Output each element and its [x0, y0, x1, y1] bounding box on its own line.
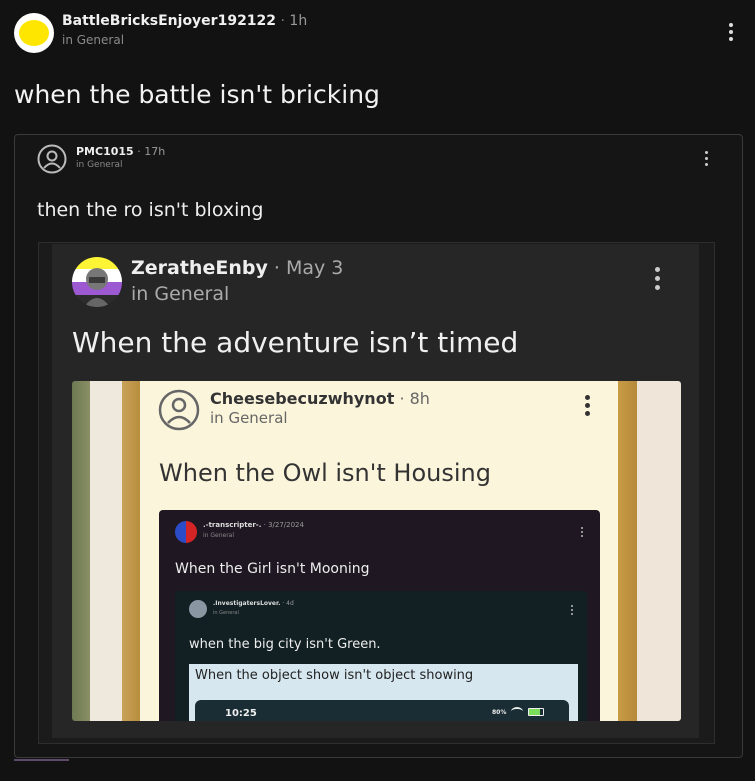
- quote3-meta: Cheesebecuzwhynot · 8h: [210, 389, 430, 408]
- divider: [14, 759, 69, 761]
- meta-separator: ·: [137, 145, 141, 158]
- quote4-username[interactable]: .-transcripter-.: [203, 521, 261, 529]
- quote1-forum[interactable]: in General: [76, 160, 123, 170]
- quote5-more-menu-icon[interactable]: [571, 605, 573, 615]
- quote2-forum[interactable]: in General: [131, 283, 229, 305]
- meta-separator: ·: [399, 389, 405, 408]
- quote2-more-menu-icon[interactable]: [655, 267, 660, 290]
- quote3-more-menu-icon[interactable]: [585, 395, 590, 416]
- phone-clock: 10:25: [225, 708, 257, 719]
- quote5-username[interactable]: .InvestigatersLover.: [213, 600, 280, 607]
- quote1-more-menu-icon[interactable]: [705, 151, 708, 166]
- quote2-avatar[interactable]: [72, 257, 122, 307]
- post-username[interactable]: BattleBricksEnjoyer192122: [62, 13, 276, 29]
- quote4-more-menu-icon[interactable]: [581, 527, 583, 537]
- quote5-title: when the big city isn't Green.: [189, 637, 381, 652]
- quote3-title: When the Owl isn't Housing: [159, 459, 491, 487]
- avatar-face: [19, 20, 49, 46]
- post-avatar[interactable]: [14, 13, 54, 53]
- quote5-forum[interactable]: in General: [213, 610, 239, 616]
- quote3-username[interactable]: Cheesebecuzwhynot: [210, 389, 394, 408]
- quote2-username[interactable]: ZeratheEnby: [131, 257, 268, 279]
- meta-separator: ·: [280, 13, 285, 29]
- quote5-avatar[interactable]: [189, 600, 207, 618]
- quote4-forum[interactable]: in General: [203, 532, 234, 539]
- post-meta: BattleBricksEnjoyer192122 · 1h: [62, 13, 307, 29]
- battery-icon: [528, 708, 544, 716]
- quote2-time: May 3: [285, 257, 344, 279]
- post-forum[interactable]: in General: [62, 33, 124, 47]
- quote4-meta: .-transcripter-. · 3/27/2024: [203, 521, 304, 529]
- quote4-time: 3/27/2024: [268, 521, 304, 529]
- quote1-username[interactable]: PMC1015: [76, 145, 134, 158]
- quote5-meta: .InvestigatersLover. · 4d: [213, 600, 294, 607]
- quote6-title: When the object show isn't object showin…: [195, 668, 474, 683]
- quote2-title: When the adventure isn’t timed: [72, 326, 519, 359]
- quote3-time: 8h: [409, 389, 430, 408]
- phone-screenshot: 10:25 80%: [195, 700, 569, 721]
- quote1-avatar-icon[interactable]: [37, 144, 67, 174]
- post-time: 1h: [289, 13, 308, 29]
- quote3-avatar-icon[interactable]: [158, 389, 200, 431]
- quote2-meta: ZeratheEnby · May 3: [131, 257, 343, 279]
- quote5-time: 4d: [286, 600, 294, 607]
- phone-battery-text: 80%: [492, 709, 507, 716]
- meta-separator: ·: [263, 521, 266, 529]
- post-title: when the battle isn't bricking: [14, 80, 380, 109]
- quote1-title: then the ro isn't bloxing: [37, 199, 264, 221]
- quote3-forum[interactable]: in General: [210, 409, 288, 427]
- post-more-menu-icon[interactable]: [729, 23, 733, 41]
- quote4-avatar[interactable]: [175, 521, 197, 543]
- quote4-title: When the Girl isn't Mooning: [175, 561, 370, 577]
- meta-separator: ·: [273, 257, 280, 279]
- wifi-icon: [511, 707, 523, 716]
- quote1-time: 17h: [144, 145, 166, 158]
- quote1-meta: PMC1015 · 17h: [76, 145, 165, 158]
- meta-separator: ·: [282, 600, 285, 607]
